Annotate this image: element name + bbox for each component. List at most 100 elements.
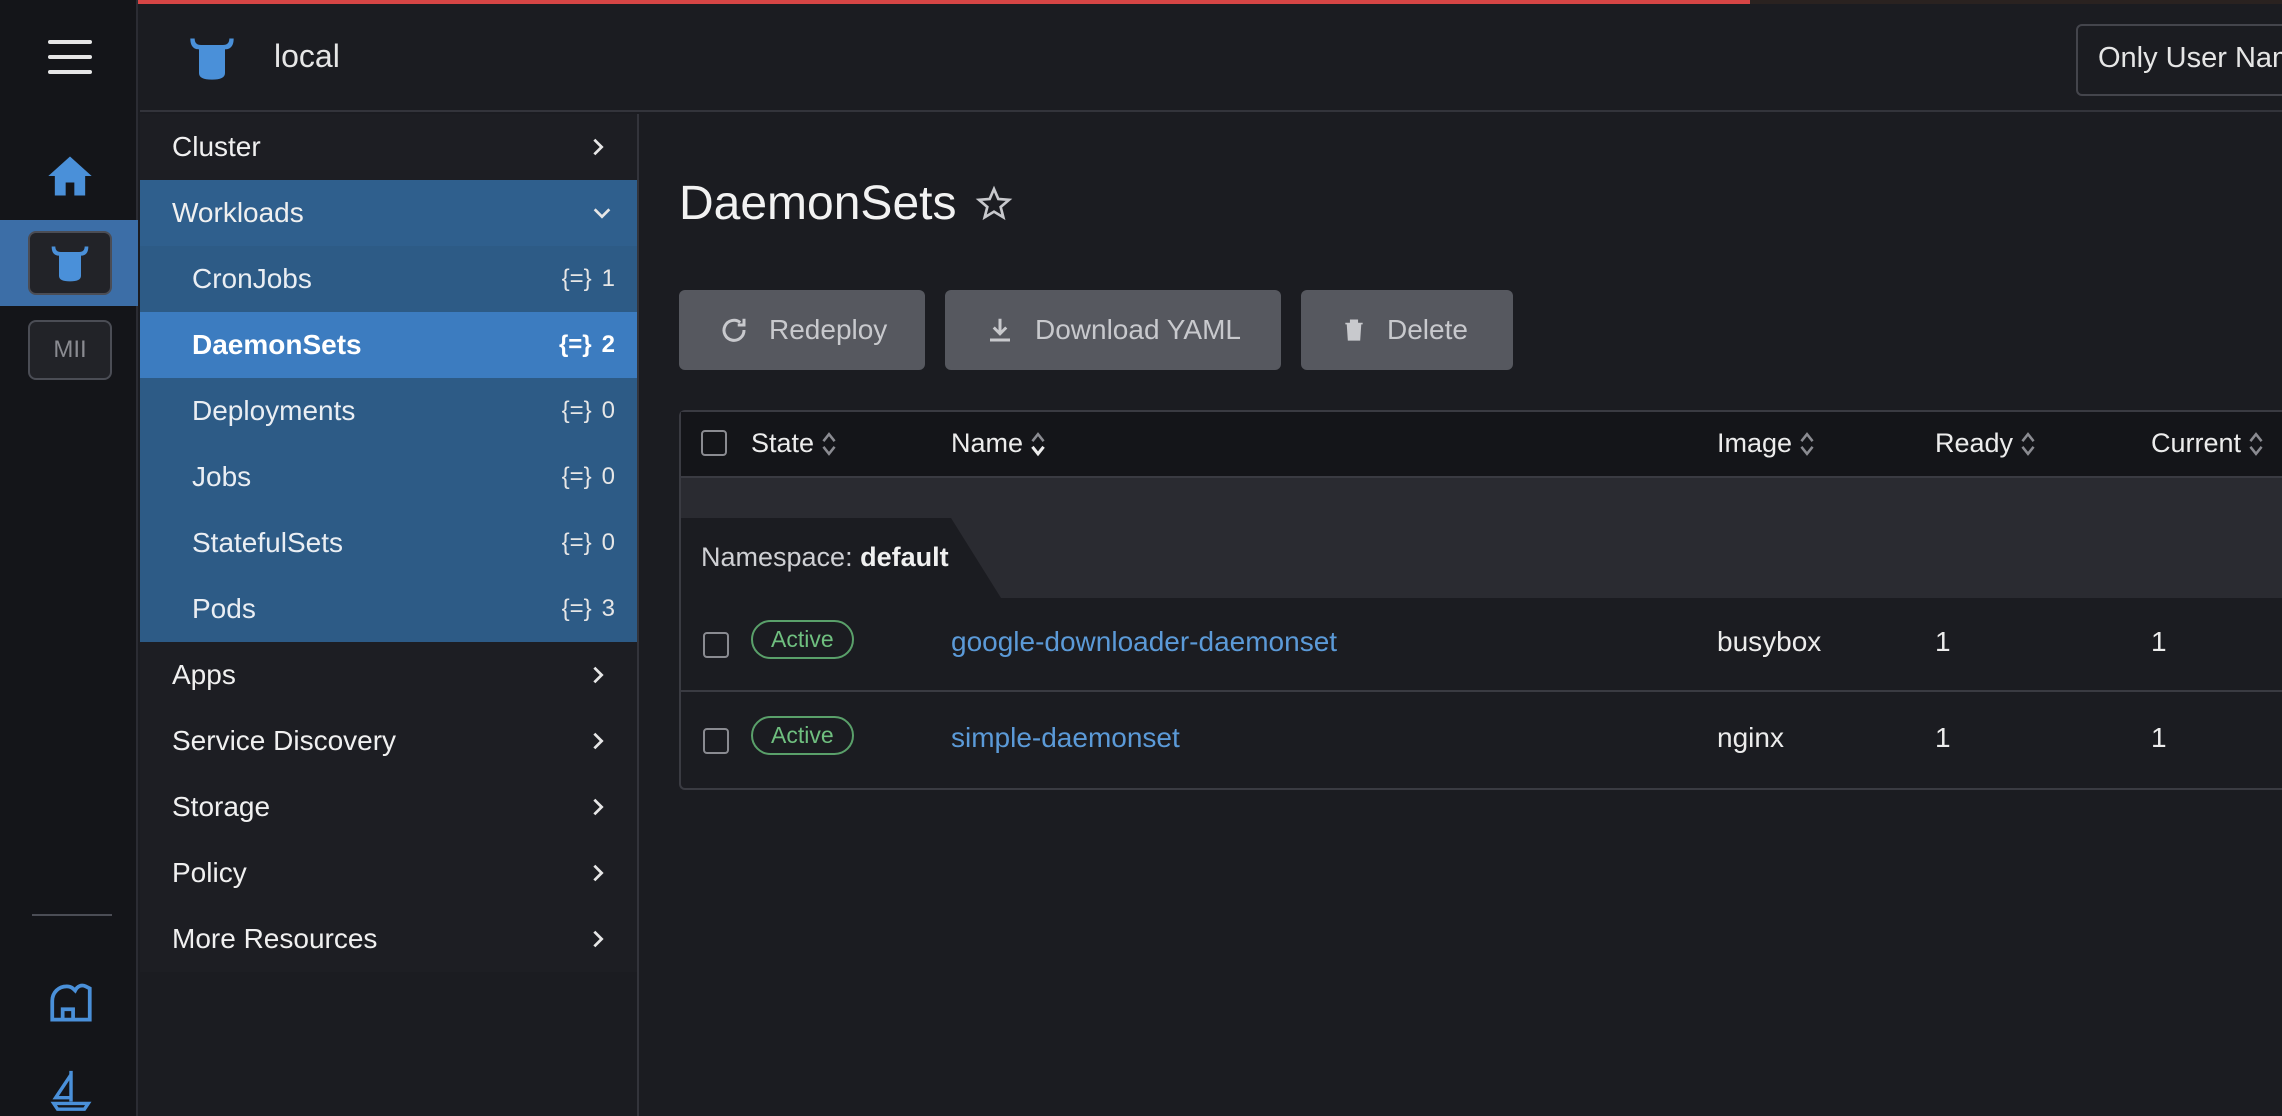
redeploy-button[interactable]: Redeploy <box>679 290 925 370</box>
image-cell: busybox <box>1717 626 1822 657</box>
nav-item-label: Apps <box>172 659 236 690</box>
side-navigation: Cluster Workloads CronJobs {=} 1 DaemonSe… <box>140 114 639 1116</box>
row-checkbox[interactable] <box>703 728 729 754</box>
nav-item-label: Policy <box>172 857 247 888</box>
download-icon <box>990 318 1010 342</box>
status-badge: Active <box>751 716 854 755</box>
table-header: State Name Image Ready Current <box>681 412 2282 478</box>
namespace-group-row: Namespace: default <box>681 478 2282 598</box>
nav-item-label: Workloads <box>172 197 304 228</box>
nav-item-cluster[interactable]: Cluster <box>140 114 637 180</box>
status-badge: Active <box>751 620 854 659</box>
nav-item-label: More Resources <box>172 923 378 954</box>
chevron-down-icon <box>593 208 611 219</box>
delete-button[interactable]: Delete <box>1301 290 1513 370</box>
trash-icon <box>1345 319 1363 341</box>
current-cell: 1 <box>2151 626 2167 657</box>
daemonset-name-link[interactable]: google-downloader-daemonset <box>951 626 1337 658</box>
sort-icon <box>822 431 836 456</box>
nav-item-deployments[interactable]: Deployments {=} 0 <box>140 378 637 444</box>
column-header-name[interactable]: Name <box>951 428 1047 459</box>
nav-item-daemonsets[interactable]: DaemonSets {=} 2 <box>140 312 637 378</box>
nav-item-cronjobs[interactable]: CronJobs {=} 1 <box>140 246 637 312</box>
nav-item-service-discovery[interactable]: Service Discovery <box>140 708 637 774</box>
nav-item-count: 0 <box>601 463 615 490</box>
home-icon[interactable] <box>44 150 96 202</box>
nav-item-policy[interactable]: Policy <box>140 840 637 906</box>
image-cell: nginx <box>1717 722 1784 753</box>
chevron-right-icon <box>593 666 604 684</box>
column-header-state[interactable]: State <box>751 428 838 459</box>
namespace-scope-icon: {=} <box>561 265 592 292</box>
hamburger-menu-icon[interactable] <box>48 40 92 74</box>
chevron-right-icon <box>593 798 604 816</box>
nav-item-label: CronJobs <box>192 263 312 294</box>
namespace-group-label: Namespace: <box>701 542 853 572</box>
column-header-ready[interactable]: Ready <box>1935 428 2037 459</box>
nav-item-count: 3 <box>601 595 615 622</box>
nav-item-storage[interactable]: Storage <box>140 774 637 840</box>
download-yaml-label: Download YAML <box>1035 314 1241 345</box>
namespace-filter-dropdown[interactable]: Only User Namespaces <box>2076 24 2282 96</box>
ready-cell: 1 <box>1935 626 1951 657</box>
namespace-scope-icon: {=} <box>558 331 592 358</box>
chevron-right-icon <box>593 138 604 156</box>
nav-item-workloads[interactable]: Workloads <box>140 180 637 246</box>
rail-divider <box>32 914 112 916</box>
main-content: DaemonSets Redeploy Download YAML Delete… <box>641 114 2282 1116</box>
select-all-checkbox[interactable] <box>701 430 727 456</box>
nav-item-label: Deployments <box>192 395 356 426</box>
nav-item-label: Pods <box>192 593 256 624</box>
ready-cell: 1 <box>1935 722 1951 753</box>
nav-group-workloads: Workloads CronJobs {=} 1 DaemonSets {=} 2 … <box>140 180 637 642</box>
sort-icon <box>2249 431 2263 456</box>
nav-item-statefulsets[interactable]: StatefulSets {=} 0 <box>140 510 637 576</box>
nav-item-more-resources[interactable]: More Resources <box>140 906 637 972</box>
delete-label: Delete <box>1387 314 1468 345</box>
nav-item-label: Storage <box>172 791 271 822</box>
extensions-icon[interactable] <box>46 978 96 1028</box>
column-label: Current <box>2151 428 2242 458</box>
page-title: DaemonSets <box>679 176 1014 231</box>
column-label: Ready <box>1935 428 2014 458</box>
table-row[interactable]: Active google-downloader-daemonset busyb… <box>681 598 2282 692</box>
nav-item-count: 1 <box>601 265 615 292</box>
daemonset-name-link[interactable]: simple-daemonset <box>951 722 1180 754</box>
star-favorite-icon[interactable] <box>974 184 1014 224</box>
nav-item-label: DaemonSets <box>192 329 362 360</box>
chevron-right-icon <box>593 732 604 750</box>
redeploy-label: Redeploy <box>769 314 888 345</box>
sort-icon <box>2021 431 2035 456</box>
namespace-scope-icon: {=} <box>561 595 592 622</box>
sort-icon <box>1800 431 1814 456</box>
cluster-name: local <box>274 38 340 74</box>
nav-item-jobs[interactable]: Jobs {=} 0 <box>140 444 637 510</box>
nav-item-label: Service Discovery <box>172 725 397 756</box>
nav-item-count: 0 <box>601 397 615 424</box>
namespace-scope-icon: {=} <box>561 463 592 490</box>
sort-icon <box>1031 431 1045 456</box>
column-label: State <box>751 428 815 458</box>
table-row[interactable]: Active simple-daemonset nginx 1 1 <box>681 694 2282 788</box>
namespace-group-tab: Namespace: default <box>681 518 1001 598</box>
chevron-right-icon <box>593 930 604 948</box>
cluster-logo-icon <box>51 246 89 282</box>
mii-cluster-button[interactable]: MII <box>28 320 112 380</box>
nav-item-apps[interactable]: Apps <box>140 642 637 708</box>
nav-item-pods[interactable]: Pods {=} 3 <box>140 576 637 642</box>
top-header: local <box>140 4 2282 112</box>
column-header-current[interactable]: Current <box>2151 428 2265 459</box>
chevron-right-icon <box>593 864 604 882</box>
download-yaml-button[interactable]: Download YAML <box>945 290 1281 370</box>
sailboat-icon[interactable] <box>48 1064 94 1116</box>
nav-item-label: StatefulSets <box>192 527 343 558</box>
local-cluster-button[interactable] <box>28 231 112 295</box>
nav-item-count: 2 <box>601 331 615 358</box>
left-rail: MII <box>0 0 138 1116</box>
refresh-icon <box>722 318 746 342</box>
namespace-scope-icon: {=} <box>561 529 592 556</box>
column-label: Name <box>951 428 1024 458</box>
page-title-text: DaemonSets <box>679 177 957 230</box>
column-header-image[interactable]: Image <box>1717 428 1816 459</box>
row-checkbox[interactable] <box>703 632 729 658</box>
